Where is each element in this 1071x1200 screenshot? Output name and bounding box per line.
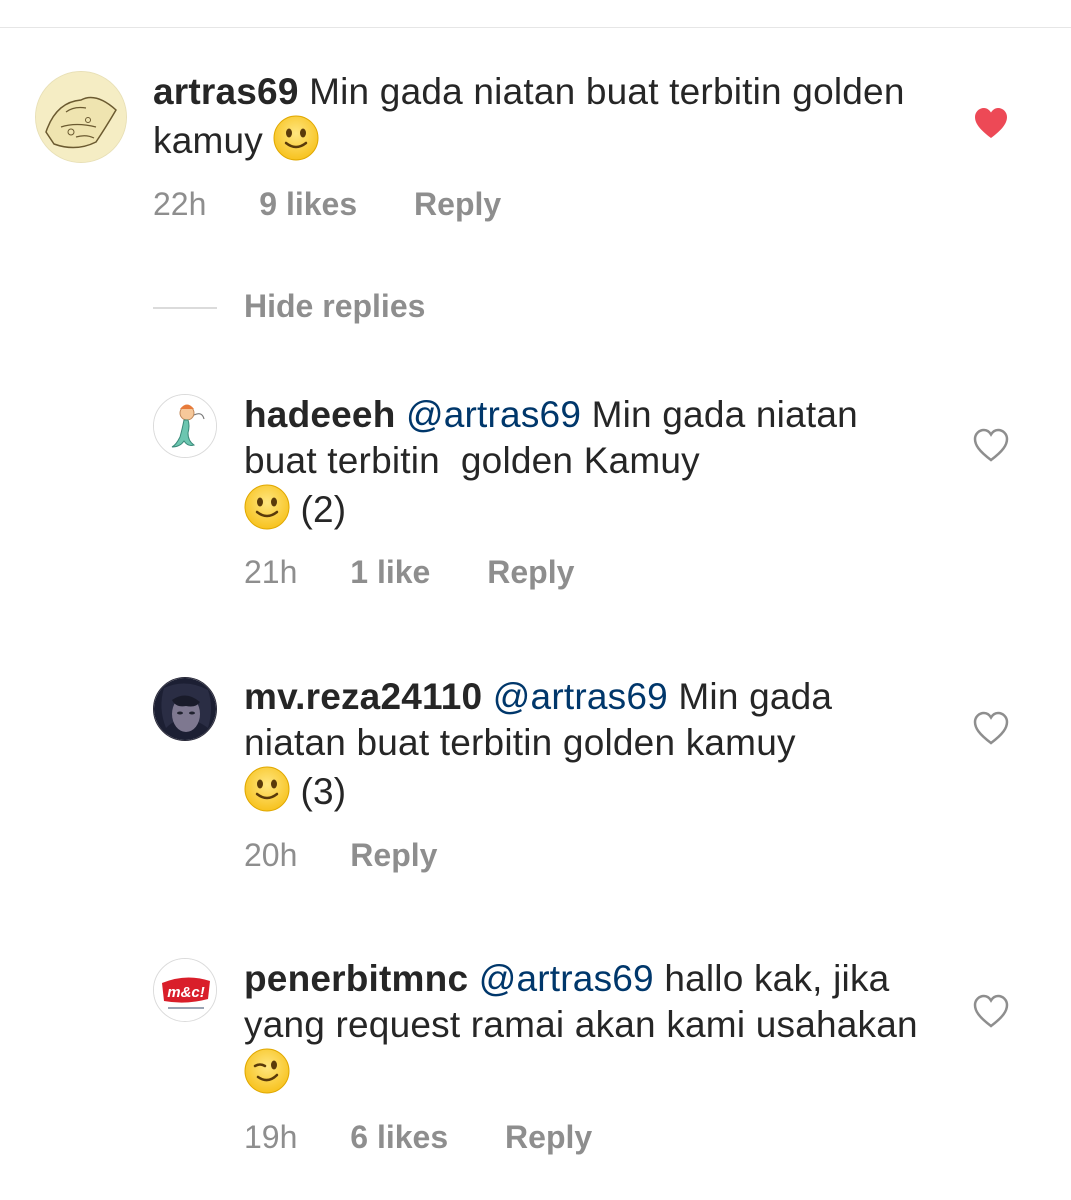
comment-text: mv.reza24110 @artras69 Min gada niatan b… (244, 674, 924, 815)
comment-likes[interactable]: 9 likes (259, 186, 357, 223)
comment-time: 20h (244, 837, 298, 873)
winking-face-icon (244, 1048, 290, 1094)
avatar-mermaid-icon (154, 395, 216, 457)
comment-meta: 21h 1 like Reply (244, 554, 574, 591)
heart-icon[interactable] (973, 994, 1009, 1030)
comment-meta: 19h 6 likes Reply (244, 1119, 592, 1156)
avatar[interactable]: m&c! (153, 958, 217, 1022)
comment-time: 19h (244, 1119, 298, 1155)
comment-time: 21h (244, 554, 298, 590)
comment-username[interactable]: penerbitmnc (244, 958, 468, 999)
reply-button[interactable]: Reply (487, 554, 574, 591)
comment-text: hadeeeh @artras69 Min gada niatan buat t… (244, 392, 924, 533)
comment-text: penerbitmnc @artras69 hallo kak, jika ya… (244, 956, 924, 1097)
slightly-smiling-face-icon (244, 484, 290, 530)
hide-replies-label[interactable]: Hide replies (244, 288, 425, 325)
comment-time: 22h (153, 186, 207, 222)
comment-mention-link[interactable]: @artras69 (479, 958, 654, 999)
avatar-logo-icon: m&c! (154, 959, 216, 1021)
comment-username[interactable]: mv.reza24110 (244, 676, 482, 717)
avatar[interactable] (35, 71, 127, 163)
reply-button[interactable]: Reply (350, 837, 437, 874)
slightly-smiling-face-icon (273, 115, 319, 161)
comment-likes[interactable]: 1 like (350, 554, 430, 591)
comment-username[interactable]: artras69 (153, 71, 299, 112)
heart-icon[interactable] (973, 428, 1009, 464)
svg-text:m&c!: m&c! (167, 984, 205, 1001)
avatar-illustration-icon (36, 72, 126, 162)
hide-replies-divider (153, 307, 217, 309)
avatar[interactable] (153, 394, 217, 458)
comment-meta: 22h 9 likes Reply (153, 186, 501, 223)
avatar[interactable] (153, 677, 217, 741)
comment-username[interactable]: hadeeeh (244, 394, 396, 435)
reply-button[interactable]: Reply (414, 186, 501, 223)
reply-button[interactable]: Reply (505, 1119, 592, 1156)
avatar-portrait-icon (154, 678, 216, 740)
heart-icon[interactable] (973, 711, 1009, 747)
comment-mention-link[interactable]: @artras69 (406, 394, 581, 435)
comment-mention-link[interactable]: @artras69 (493, 676, 668, 717)
comment-suffix: (2) (300, 489, 347, 530)
comment-likes[interactable]: 6 likes (350, 1119, 448, 1156)
top-divider (0, 27, 1071, 28)
comment-meta: 20h Reply (244, 837, 437, 874)
comment-text: artras69 Min gada niatan buat terbitin g… (153, 69, 913, 164)
heart-icon[interactable] (973, 106, 1009, 142)
comment-suffix: (3) (300, 771, 347, 812)
slightly-smiling-face-icon (244, 766, 290, 812)
